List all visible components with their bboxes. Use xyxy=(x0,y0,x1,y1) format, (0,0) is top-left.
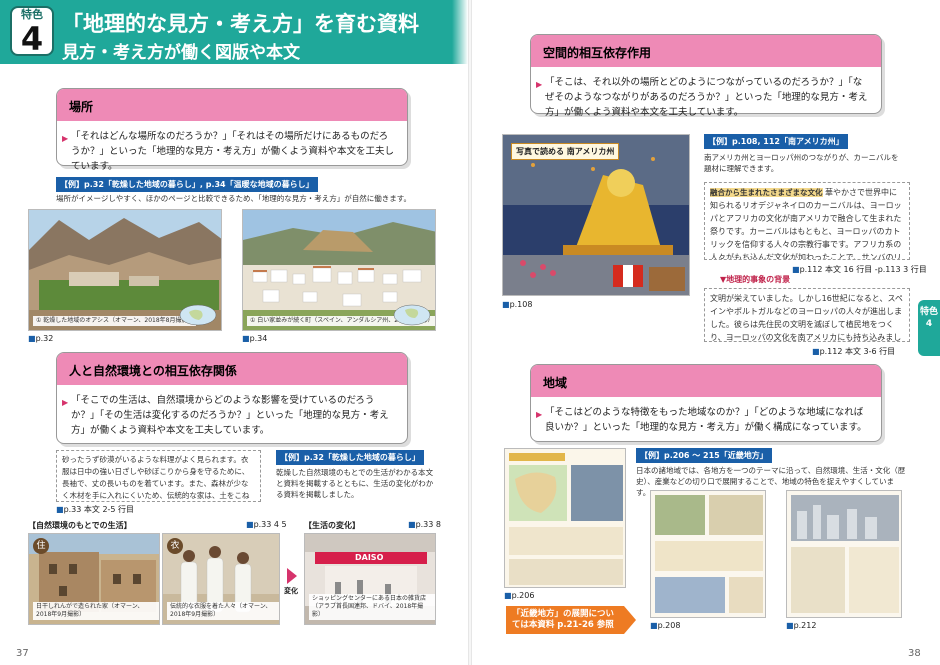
photo-oman-ref: ■p.32 xyxy=(28,334,54,343)
textbook-excerpt-dry-region: 砂ったうず砂漠がいるような料理がよく見られます。衣服は日中の強い日ざしや砂ぼこり… xyxy=(56,450,261,502)
textbook-excerpt-ref: ■p.33 本文 2-5 行目 xyxy=(56,505,135,514)
section-place: 場所 ▶ 「それはどんな場所なのだろうか？」「それはその場所だけにあるものだろう… xyxy=(56,88,408,172)
thumb-kinki-p206-ref: ■p.206 xyxy=(504,591,535,600)
feature-number: 4 xyxy=(20,20,44,58)
photo-spain-town: ① 白い家並みが続く町（スペイン、アンダルシア州、2016年撮影） xyxy=(242,209,436,331)
locator-globe-icon xyxy=(393,304,431,326)
page-number-left: 37 xyxy=(16,648,29,659)
side-tab-feature: 特色 4 xyxy=(918,300,940,356)
section-region: 地域 ▶ 「そこはどのような特徴をもった地域なのか？」「どのような地域になれば良… xyxy=(530,364,882,442)
page-number-right: 38 xyxy=(908,648,921,659)
photo-traditional-clothes: 衣 伝統的な衣服を着た人々（オマーン、2018年9月撮影） xyxy=(162,533,280,625)
thumb-kinki-p208 xyxy=(650,490,766,618)
example-text-spatial: 南アメリカ州とヨーロッパ州のつながりが、カーニバルを題材に理解できます。 xyxy=(704,153,899,173)
textbook-excerpt-background: 文明が栄えていました。しかし16世紀になると、スペインやポルトガルなどのヨーロッ… xyxy=(704,288,910,342)
section-interdependence-text: 「そこでの生活は、自然環境からどのような影響を受けているのだろうか？」「その生活… xyxy=(71,395,389,436)
background-label: ▼地理的事象の背景 xyxy=(720,275,791,284)
photo-carnival-ref: ■p.108 xyxy=(502,300,533,309)
label-natural-life: 【自然環境のもとでの生活】 xyxy=(28,521,132,530)
triangle-icon: ▶ xyxy=(62,134,69,143)
thumb-kinki-p212-ref: ■p.212 xyxy=(786,621,817,630)
thumb-kinki-p212 xyxy=(786,490,902,618)
photo-carnival: 写真で読める 南アメリカ州 xyxy=(502,134,690,296)
photo-mudbrick-house: 住 日干しれんがで造られた家（オマーン、2018年9月撮影） xyxy=(28,533,160,625)
header-band-fade xyxy=(452,0,468,64)
page-gutter xyxy=(468,0,472,665)
page-title: 「地理的な見方・考え方」を育む資料 xyxy=(62,12,419,36)
kinki-page-illustration xyxy=(505,449,625,587)
section-region-text: 「そこはどのような特徴をもった地域なのか？」「どのような地域になれば良いか？」と… xyxy=(545,407,867,433)
excerpt-carnival-text: 華やかさで世界中に知られるリオデジャネイロのカーニバルは、ヨーロッパとアフリカの… xyxy=(710,188,902,260)
section-place-heading: 場所 xyxy=(57,89,407,121)
p208-illustration xyxy=(651,491,765,617)
photo-mudbrick-caption: 日干しれんがで造られた家（オマーン、2018年9月撮影） xyxy=(33,602,159,620)
photo-mall-caption: ショッピングセンターにある日本の雑貨店（アラブ首長国連邦、ドバイ、2018年撮影… xyxy=(309,594,435,620)
photo-clothes-caption: 伝統的な衣服を着た人々（オマーン、2018年9月撮影） xyxy=(167,602,279,620)
reference-arrow: 「近畿地方」の展開については本資料 p.21-26 参照 xyxy=(506,606,636,634)
label-life-change: 【生活の変化】 xyxy=(304,521,360,530)
triangle-icon: ▶ xyxy=(536,80,543,89)
example-text-interdependence: 乾燥した自然環境のもとでの生活がわかる本文と資料を掲載するとともに、生活の変化が… xyxy=(276,468,434,499)
section-interdependence: 人と自然環境との相互依存関係 ▶ 「そこでの生活は、自然環境からどのような影響を… xyxy=(56,352,408,444)
example-text-place: 場所がイメージしやすく、ほかのページと比較できるため、「地理的な見方・考え方」が… xyxy=(56,194,411,203)
label-house-badge: 住 xyxy=(33,538,49,554)
p212-illustration xyxy=(787,491,901,617)
photo-oman-oasis-caption: ① 乾燥した地域のオアシス（オマーン、2018年8月撮影） xyxy=(33,316,197,326)
section-spatial: 空間的相互依存作用 ▶ 「そこは、それ以外の場所とどのようにつながっているのだろ… xyxy=(530,34,882,118)
photo-carnival-title: 写真で読める 南アメリカ州 xyxy=(511,143,620,160)
example-tag-place: 【例】p.32「乾燥した地域の暮らし」, p.34「温暖な地域の暮らし」 xyxy=(56,177,318,192)
triangle-icon: ▶ xyxy=(536,410,543,419)
excerpt-carnival-ref: ■p.112 本文 16 行目 -p.113 3 行目 xyxy=(792,265,927,274)
example-tag-spatial: 【例】p.108, 112「南アメリカ州」 xyxy=(704,134,848,149)
change-arrow-icon xyxy=(287,568,297,584)
photo-shopping-mall: DAISO ショッピングセンターにある日本の雑貨店（アラブ首長国連邦、ドバイ、2… xyxy=(304,533,436,625)
label-life-change-ref: ■p.33 8 xyxy=(408,520,441,529)
thumb-kinki-p206 xyxy=(504,448,626,588)
photo-oman-oasis: ① 乾燥した地域のオアシス（オマーン、2018年8月撮影） xyxy=(28,209,222,331)
photo-spain-ref: ■p.34 xyxy=(242,334,268,343)
page-subtitle: 見方・考え方が働く図版や本文 xyxy=(62,43,300,63)
feature-badge: 特色 4 xyxy=(10,6,54,56)
change-label: 変化 xyxy=(284,587,298,595)
example-tag-region: 【例】p.206 〜 215「近畿地方」 xyxy=(636,448,772,463)
excerpt-carnival-label: 融合から生まれたさまざまな文化 xyxy=(710,188,823,197)
section-spatial-text: 「そこは、それ以外の場所とどのようにつながっているのだろうか？」「なぜそのような… xyxy=(545,77,868,118)
label-natural-life-ref: ■p.33 4 5 xyxy=(246,520,287,529)
thumb-kinki-p208-ref: ■p.208 xyxy=(650,621,681,630)
triangle-icon: ▶ xyxy=(62,398,69,407)
section-interdependence-heading: 人と自然環境との相互依存関係 xyxy=(57,353,407,385)
section-spatial-heading: 空間的相互依存作用 xyxy=(531,35,881,67)
section-region-heading: 地域 xyxy=(531,365,881,397)
excerpt-background-ref: ■p.112 本文 3-6 行目 xyxy=(812,347,896,356)
label-clothes-badge: 衣 xyxy=(167,538,183,554)
section-place-text: 「それはどんな場所なのだろうか？」「それはその場所だけにあるものだろうか？」とい… xyxy=(71,131,395,172)
mall-sign-text: DAISO xyxy=(355,553,384,562)
example-tag-interdependence: 【例】p.32「乾燥した地域の暮らし」 xyxy=(276,450,424,465)
locator-globe-icon xyxy=(179,304,217,326)
textbook-excerpt-carnival: 融合から生まれたさまざまな文化 華やかさで世界中に知られるリオデジャネイロのカー… xyxy=(704,182,910,260)
